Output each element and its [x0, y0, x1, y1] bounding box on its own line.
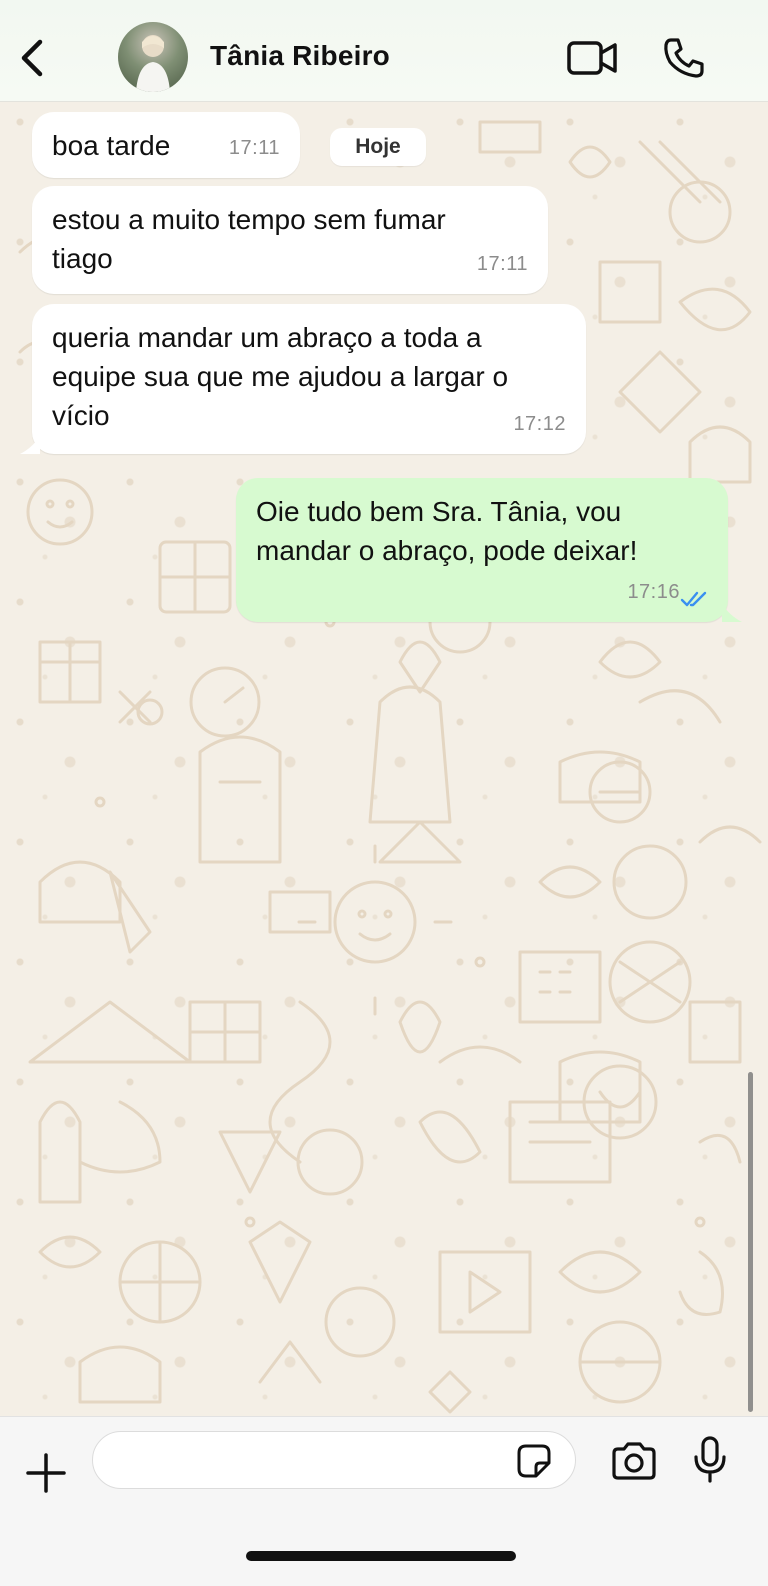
message-time: 17:11 — [228, 137, 280, 159]
message-time: 17:16 — [627, 581, 680, 603]
message-text: estou a muito tempo sem fumar tiago — [52, 204, 446, 274]
message-input[interactable] — [92, 1431, 576, 1489]
video-call-button[interactable] — [566, 38, 618, 78]
scrollbar[interactable] — [748, 1072, 753, 1412]
message-bubble-incoming[interactable]: boa tarde 17:11 — [32, 112, 300, 178]
chevron-left-icon — [21, 39, 43, 77]
bubble-tail — [20, 436, 40, 454]
sticker-button[interactable] — [516, 1443, 552, 1479]
sticker-icon — [517, 1444, 551, 1478]
attach-button[interactable] — [24, 1451, 68, 1495]
camera-icon — [612, 1442, 656, 1480]
video-camera-icon — [567, 41, 617, 75]
message-bubble-outgoing[interactable]: Oie tudo bem Sra. Tânia, vou mandar o ab… — [236, 478, 728, 622]
chat-header: Tânia Ribeiro — [0, 0, 768, 102]
double-check-read-icon — [680, 591, 707, 607]
home-indicator[interactable] — [246, 1551, 516, 1561]
chat-area[interactable]: Hoje boa tarde 17:11 estou a muito tempo… — [0, 102, 768, 1416]
message-text: Oie tudo bem Sra. Tânia, vou mandar o ab… — [256, 496, 638, 566]
message-bubble-incoming[interactable]: queria mandar um abraço a toda a equipe … — [32, 304, 586, 454]
contact-name[interactable]: Tânia Ribeiro — [210, 40, 390, 72]
avatar-photo — [136, 35, 170, 92]
message-bubble-incoming[interactable]: estou a muito tempo sem fumar tiago 17:1… — [32, 186, 548, 294]
bubble-tail — [722, 604, 742, 622]
voice-message-button[interactable] — [692, 1435, 728, 1485]
date-chip: Hoje — [330, 128, 426, 166]
phone-icon — [664, 38, 704, 78]
back-button[interactable] — [14, 36, 48, 80]
camera-button[interactable] — [610, 1441, 658, 1481]
message-text: queria mandar um abraço a toda a equipe … — [52, 322, 509, 431]
message-text: boa tarde — [52, 130, 171, 161]
contact-avatar[interactable] — [118, 22, 188, 92]
composer-bar — [0, 1416, 768, 1586]
message-time: 17:11 — [476, 253, 528, 275]
message-time: 17:12 — [513, 413, 566, 435]
plus-icon — [26, 1453, 66, 1493]
voice-call-button[interactable] — [662, 36, 706, 80]
microphone-icon — [694, 1436, 726, 1483]
wallpaper-doodles — [18, 120, 762, 1414]
